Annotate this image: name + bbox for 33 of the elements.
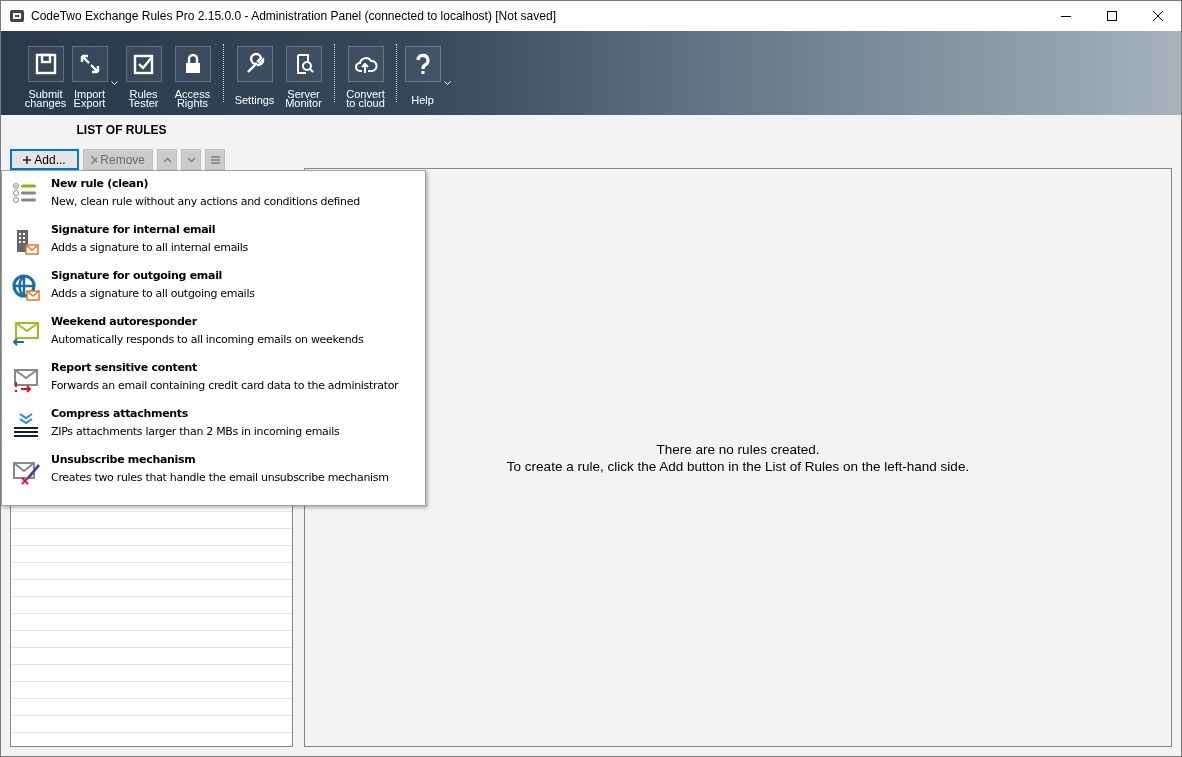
app-icon [9,8,25,24]
toolbar-button[interactable]: Access Rights [168,46,217,108]
globe-envelope-icon [12,273,40,301]
plus-icon [23,155,32,164]
toolbar-button[interactable]: Help [403,46,452,105]
chevron-up-icon [162,156,172,163]
toolbar-button[interactable]: Convert to cloud [341,46,390,108]
toolbar-button[interactable]: Settings [230,46,279,108]
close-icon [91,155,98,164]
caret-icon [444,81,451,86]
empty-message: There are no rules created. To create a rule, click the Add button in the List of Rules on the left-hand side. [506,440,970,475]
toolbar-button[interactable]: Import Export [70,46,119,108]
compress-icon [12,411,40,439]
toolbar-button[interactable]: Submit changes [21,46,70,108]
toolbar-button[interactable]: Rules Tester [119,46,168,108]
menu-item[interactable]: Signature for internal email Adds a signature to all internal emails [2,221,425,267]
checkbox-icon [131,52,156,76]
caret-icon [111,81,118,86]
toolbar-button[interactable]: Server Monitor [279,46,328,108]
menu-icon [210,155,220,164]
chevron-down-icon [186,156,196,163]
menu-item[interactable]: Report sensitive content Forwards an email containing credit card data to the administrator [2,359,425,405]
add-button[interactable]: Add... [10,149,79,170]
close-icon [1153,11,1163,21]
menu-item[interactable]: Weekend autoresponder Automatically responds to all incoming emails on weekends [2,313,425,359]
menu-item[interactable]: New rule (clean) New, clean rule without any actions and conditions defined [2,175,425,221]
maximize-icon [1107,11,1117,21]
menu-item[interactable]: Signature for outgoing email Adds a signature to all outgoing emails [2,267,425,313]
panel-title: LIST OF RULES [76,123,168,137]
envelope-arrow-icon [12,319,40,347]
menu-item[interactable]: Unsubscribe mechanism Creates two rules that handle the email unsubscribe mechanism [2,451,425,497]
menu-item[interactable]: Compress attachments ZIPs attachments larger than 2 MBs in incoming emails [2,405,425,451]
window-title: CodeTwo Exchange Rules Pro 2.15.0.0 - Administration Panel (connected to localhost) [Not saved] [31,9,557,23]
